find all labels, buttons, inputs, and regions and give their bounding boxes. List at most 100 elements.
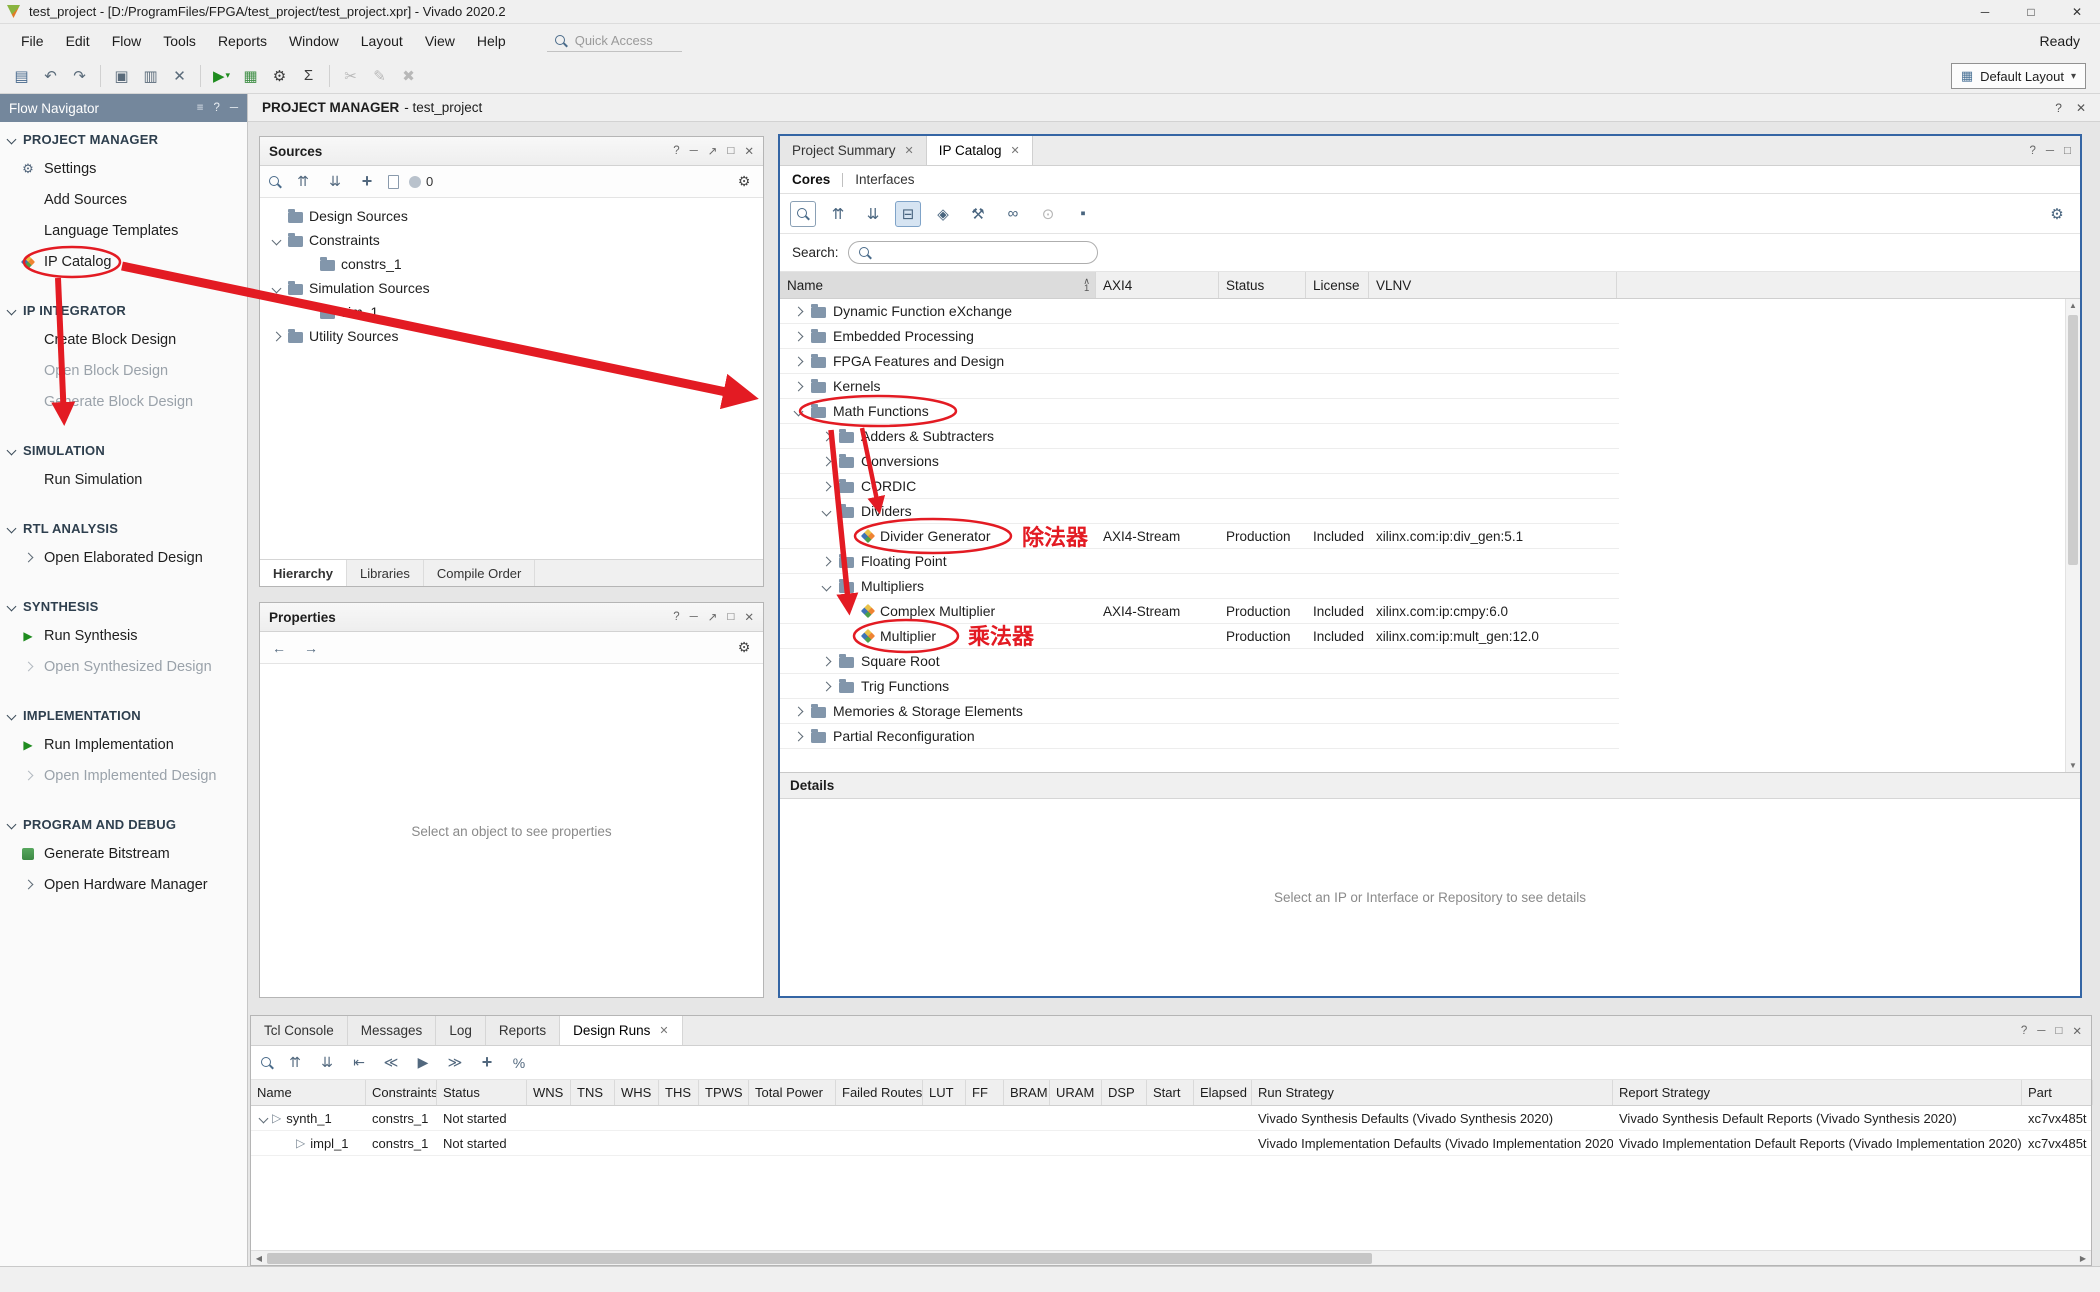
menu-icon[interactable]: ≡ [197,102,204,114]
column-header-start[interactable]: Start [1147,1080,1194,1105]
expand-all-button[interactable]: ⇊ [316,1052,338,1074]
save-button[interactable]: ▤ [8,62,35,89]
minimize-icon[interactable]: ─ [2037,1025,2045,1037]
flow-nav-item-language-templates[interactable]: Language Templates [0,215,247,246]
column-header-axi4[interactable]: AXI4 [1096,272,1219,298]
close-button[interactable]: ✕ [2054,0,2100,23]
column-header-ths[interactable]: THS [659,1080,699,1105]
run-button[interactable]: ▶▾ [208,62,235,89]
expand-all-button[interactable]: ⇊ [860,201,886,227]
add-sources-button[interactable]: + [356,171,378,193]
flow-nav-item-run-simulation[interactable]: Run Simulation [0,464,247,495]
tree-chevron-slot[interactable] [792,733,804,740]
float-icon[interactable]: ↗ [708,144,718,158]
column-header-part[interactable]: Part [2022,1080,2093,1105]
close-icon[interactable]: ✕ [905,144,914,157]
flow-nav-item-open-implemented-design[interactable]: Open Implemented Design [0,760,247,791]
minimize-icon[interactable]: ─ [690,611,698,623]
tree-chevron-slot[interactable] [792,408,804,415]
column-header-run-strategy[interactable]: Run Strategy [1252,1080,1613,1105]
tree-item-simulation-sources[interactable]: Simulation Sources [260,276,763,300]
flow-nav-section-header-program-and-debug[interactable]: PROGRAM AND DEBUG [0,810,247,838]
ip-row-dividers[interactable]: Dividers [780,499,1619,524]
minimize-icon[interactable]: ─ [2046,145,2054,157]
help-icon[interactable]: ? [213,102,219,114]
menu-help[interactable]: Help [466,27,517,55]
disabled-run-button[interactable]: ⊙ [1035,201,1061,227]
expand-all-button[interactable]: ⇊ [324,171,346,193]
edit-button[interactable]: ✎ [366,62,393,89]
flow-nav-item-add-sources[interactable]: Add Sources [0,184,247,215]
step-back-button[interactable]: ≪ [380,1052,402,1074]
column-header-report-strategy[interactable]: Report Strategy [1613,1080,2022,1105]
scroll-up-icon[interactable]: ▲ [2066,301,2080,310]
tree-chevron-slot[interactable] [820,558,832,565]
settings-gear-icon[interactable]: ⚙ [2044,201,2070,227]
column-header-license[interactable]: License [1306,272,1369,298]
tab-log[interactable]: Log [436,1016,486,1045]
menu-tools[interactable]: Tools [152,27,207,55]
help-icon[interactable]: ? [673,611,679,623]
column-header-tns[interactable]: TNS [571,1080,615,1105]
close-icon[interactable]: ✕ [659,1024,668,1037]
tab-libraries[interactable]: Libraries [347,560,424,586]
ip-row-adders-subtracters[interactable]: Adders & Subtracters [780,424,1619,449]
tab-compile-order[interactable]: Compile Order [424,560,536,586]
help-icon[interactable]: ? [2055,101,2062,115]
column-header-whs[interactable]: WHS [615,1080,659,1105]
flow-nav-item-open-elaborated-design[interactable]: Open Elaborated Design [0,542,247,573]
ip-row-cordic[interactable]: CORDIC [780,474,1619,499]
settings-gear-icon[interactable]: ⚙ [733,171,755,193]
column-header-wns[interactable]: WNS [527,1080,571,1105]
close-icon[interactable]: ✕ [1011,144,1020,157]
missing-sources-indicator[interactable]: 0 [409,174,433,189]
close-icon[interactable]: ✕ [2076,101,2086,115]
tree-item-constraints[interactable]: Constraints [260,228,763,252]
column-header-total-power[interactable]: Total Power [749,1080,836,1105]
float-icon[interactable]: ↗ [708,610,718,624]
tree-chevron-slot[interactable] [792,308,804,315]
close-icon[interactable]: ✕ [2072,1024,2082,1038]
help-icon[interactable]: ? [2021,1025,2027,1037]
ip-row-partial-reconfiguration[interactable]: Partial Reconfiguration [780,724,1619,749]
tab-interfaces[interactable]: Interfaces [855,172,914,187]
tree-chevron-slot[interactable] [820,658,832,665]
column-header-elapsed[interactable]: Elapsed [1194,1080,1252,1105]
ip-row-multiplier[interactable]: MultiplierProductionIncludedxilinx.com:i… [780,624,1619,649]
help-icon[interactable]: ? [2029,145,2035,157]
column-header-dsp[interactable]: DSP [1102,1080,1147,1105]
ip-row-fpga-features-and-design[interactable]: FPGA Features and Design [780,349,1619,374]
tab-messages[interactable]: Messages [348,1016,437,1045]
column-header-bram[interactable]: BRAM [1004,1080,1050,1105]
flow-nav-section-header-ip-integrator[interactable]: IP INTEGRATOR [0,296,247,324]
delete-button[interactable]: ✕ [166,62,193,89]
tree-chevron-slot[interactable] [820,508,832,515]
back-button[interactable]: ← [268,637,290,659]
resume-button[interactable]: ≫ [444,1052,466,1074]
scroll-down-icon[interactable]: ▼ [2066,761,2080,770]
ip-search-input[interactable] [848,241,1098,264]
tree-chevron-slot[interactable] [820,583,832,590]
tree-chevron-slot[interactable] [792,708,804,715]
forward-button[interactable]: → [300,637,322,659]
column-header-ff[interactable]: FF [966,1080,1004,1105]
tree-item-sim-1[interactable]: sim_1 [260,300,763,324]
close-icon[interactable]: ✕ [744,610,754,624]
layout-selector[interactable]: ▦ Default Layout ▾ [1951,63,2086,89]
tab-reports[interactable]: Reports [486,1016,560,1045]
close-icon[interactable]: ✕ [744,144,754,158]
flow-nav-item-settings[interactable]: ⚙Settings [0,153,247,184]
tree-chevron-slot[interactable] [820,458,832,465]
column-header-lut[interactable]: LUT [923,1080,966,1105]
tab-tcl-console[interactable]: Tcl Console [251,1016,348,1045]
flow-nav-section-header-rtl-analysis[interactable]: RTL ANALYSIS [0,514,247,542]
scroll-thumb[interactable] [267,1253,1372,1264]
customize-button[interactable]: ⚒ [965,201,991,227]
column-header-name[interactable]: Name∧1 [780,272,1096,298]
tree-chevron-slot[interactable] [820,433,832,440]
flow-nav-item-generate-bitstream[interactable]: Generate Bitstream [0,838,247,869]
menu-reports[interactable]: Reports [207,27,278,55]
flow-nav-section-header-simulation[interactable]: SIMULATION [0,436,247,464]
collapse-all-button[interactable]: ⇈ [284,1052,306,1074]
maximize-icon[interactable]: □ [2064,145,2071,157]
